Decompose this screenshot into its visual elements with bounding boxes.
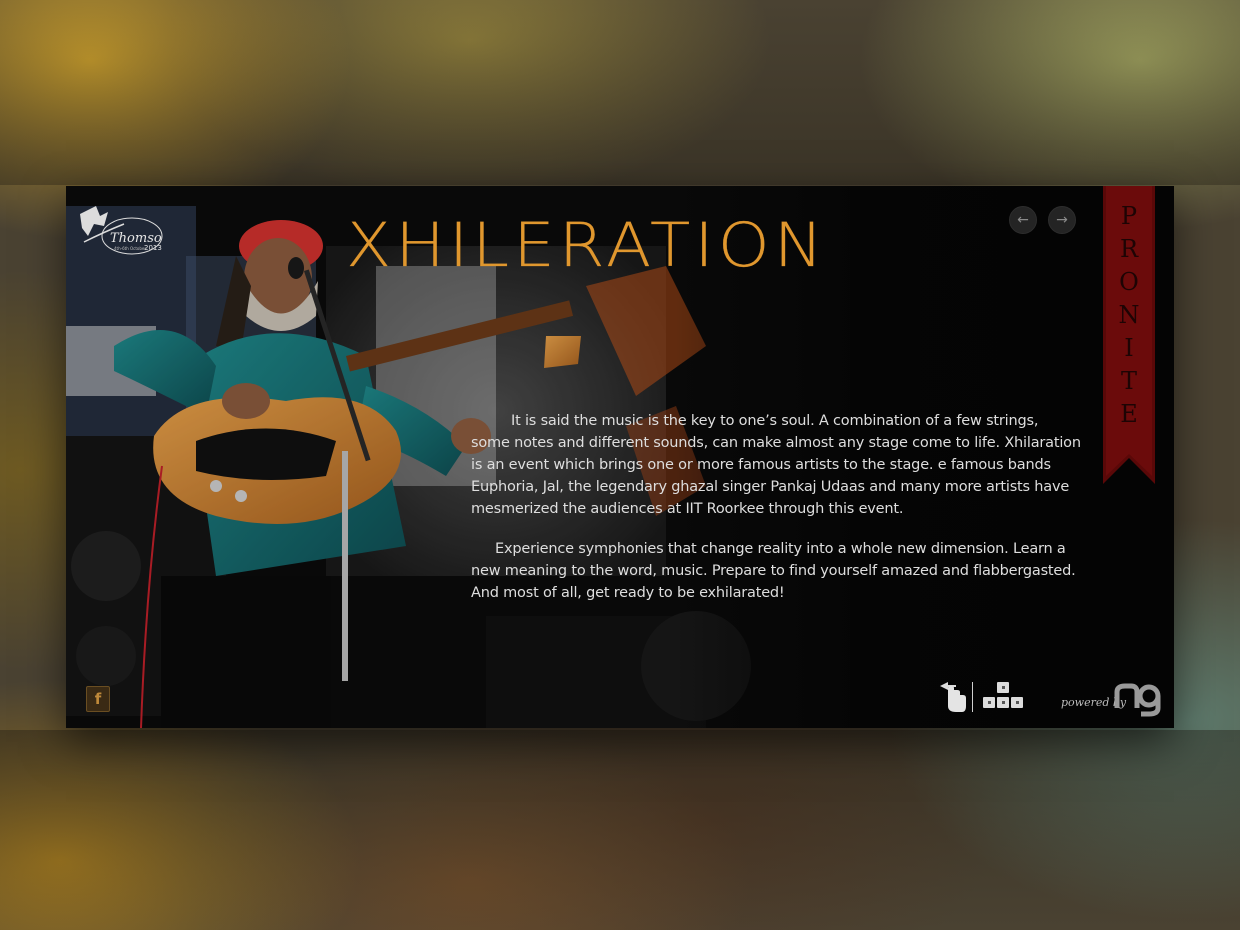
ribbon-letter: T: [1120, 367, 1137, 395]
paragraph-intro: It is said the music is the key to one’s…: [471, 413, 1081, 517]
background-blur-top: [0, 0, 1240, 185]
facebook-icon: f: [94, 690, 102, 708]
arrow-right-icon: →: [1056, 212, 1068, 228]
ribbon-letter: E: [1120, 400, 1138, 428]
ribbon-letter: N: [1118, 301, 1140, 329]
thomso-logo: Thomso 2013 4th-6th October: [80, 206, 163, 255]
ribbon-label: PRONITE: [1103, 200, 1155, 431]
svg-text:4th-6th October: 4th-6th October: [114, 246, 146, 251]
event-description: It is said the music is the key to one’s…: [471, 410, 1081, 604]
paragraph-experience: Experience symphonies that change realit…: [471, 541, 1076, 601]
ribbon-letter: P: [1120, 202, 1138, 230]
ribbon-letter: I: [1124, 334, 1134, 362]
arrow-left-icon: ←: [1017, 212, 1029, 228]
ribbon-letter: R: [1119, 235, 1139, 263]
next-button[interactable]: →: [1048, 206, 1076, 234]
event-panel: Thomso 2013 4th-6th October XHILERATION …: [66, 186, 1174, 728]
pronite-ribbon[interactable]: PRONITE: [1103, 186, 1155, 486]
hand-swipe-icon[interactable]: [936, 680, 968, 714]
facebook-button[interactable]: f: [86, 686, 110, 712]
footer-divider: [972, 682, 973, 712]
svg-text:2013: 2013: [144, 244, 162, 252]
arrow-keys-icon[interactable]: [980, 682, 1026, 712]
prev-button[interactable]: ←: [1009, 206, 1037, 234]
ng-logo[interactable]: [1111, 678, 1163, 718]
ribbon-letter: O: [1119, 268, 1139, 296]
page-title: XHILERATION: [346, 210, 828, 281]
background-blur-bottom: [0, 730, 1240, 930]
